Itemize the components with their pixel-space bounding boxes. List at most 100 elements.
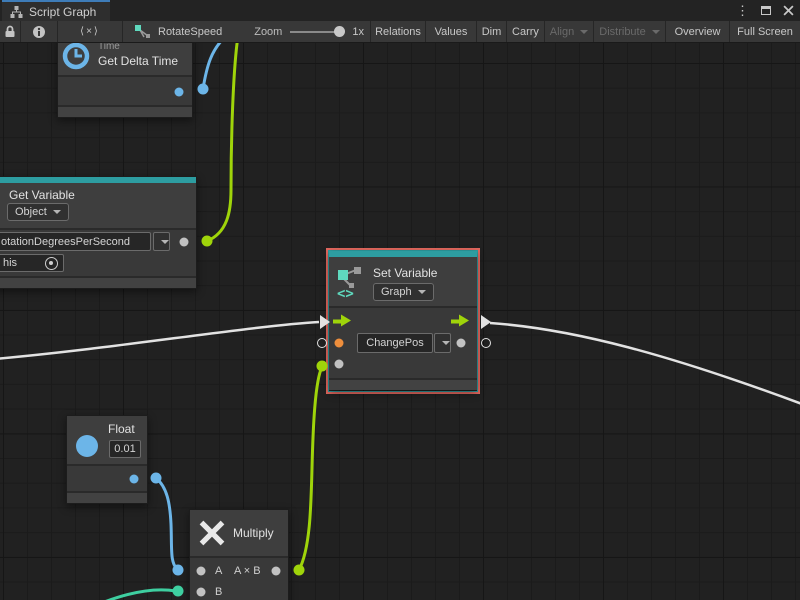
delta-time-output-port[interactable] — [175, 88, 184, 97]
node-divider — [67, 464, 147, 466]
float-value: 0.01 — [114, 443, 135, 455]
close-icon[interactable] — [783, 5, 794, 16]
wire-endpoint[interactable] — [294, 565, 305, 576]
dim-button[interactable]: Dim — [477, 21, 506, 42]
window-menu-icon[interactable]: ⋮ — [736, 4, 749, 17]
distribute-label: Distribute — [599, 26, 645, 38]
multiply-out-label: A × B — [234, 565, 261, 577]
node-header: Float 0.01 — [67, 416, 147, 464]
maximize-icon[interactable] — [761, 6, 771, 15]
value-input-port[interactable] — [335, 360, 344, 369]
wire-endpoint[interactable] — [198, 84, 209, 95]
node-title: Multiply — [233, 526, 274, 540]
overview-button[interactable]: Overview — [666, 21, 729, 42]
set-variable-output-port[interactable] — [457, 339, 466, 348]
chevron-down-icon — [161, 240, 169, 244]
titlebar: Script Graph ⋮ — [0, 0, 800, 21]
node-get-variable[interactable]: Get Variable Object otationDegreesPerSec… — [0, 176, 197, 289]
multiply-a-label: A — [215, 565, 222, 577]
flow-in-port[interactable] — [333, 315, 351, 328]
zoom-slider[interactable] — [290, 31, 340, 33]
node-footer — [0, 276, 196, 288]
node-kicker: Time — [98, 43, 120, 52]
tab-script-graph[interactable]: Script Graph — [2, 0, 110, 21]
unconnected-port-ring[interactable] — [481, 338, 491, 348]
variable-name-dropdown[interactable] — [434, 333, 451, 353]
carry-button[interactable]: Carry — [507, 21, 544, 42]
float-value-field[interactable]: 0.01 — [109, 440, 141, 458]
flow-out-port[interactable] — [451, 315, 469, 328]
chevron-down-icon — [53, 210, 61, 214]
multiply-icon — [198, 519, 226, 547]
node-footer — [329, 378, 477, 390]
node-set-variable[interactable]: <> Set Variable Graph ChangePos — [329, 251, 477, 390]
chevron-down-icon — [442, 341, 450, 345]
node-footer — [67, 491, 147, 503]
variable-kind-value: Object — [15, 206, 47, 218]
wire-endpoint[interactable] — [173, 565, 184, 576]
node-header: <> Set Variable Graph — [329, 257, 477, 306]
chevron-down-icon — [652, 30, 660, 34]
variable-kind-dropdown[interactable]: Graph — [373, 283, 434, 301]
svg-text:<>: <> — [337, 286, 354, 300]
info-icon — [32, 25, 46, 39]
variable-name-field[interactable]: otationDegreesPerSecond — [0, 232, 151, 251]
align-button[interactable]: Align — [545, 21, 593, 42]
node-get-delta-time[interactable]: Time Get Delta Time — [57, 43, 193, 118]
get-variable-output-port[interactable] — [180, 238, 189, 247]
node-title: Get Variable — [9, 188, 75, 202]
node-divider — [58, 75, 192, 77]
relations-button[interactable]: Relations — [371, 21, 425, 42]
flow-wire-out — [490, 323, 800, 404]
variable-target-value: his — [3, 257, 17, 269]
float-output-port[interactable] — [130, 475, 139, 484]
flow-arrowhead — [481, 315, 491, 329]
distribute-button[interactable]: Distribute — [594, 21, 665, 42]
variable-kind-dropdown[interactable]: Object — [7, 203, 69, 221]
variable-name-field[interactable]: ChangePos — [357, 333, 433, 353]
graph-canvas[interactable]: Time Get Delta Time Get Variable Object — [0, 43, 800, 600]
node-divider — [190, 556, 288, 558]
wire-endpoint[interactable] — [317, 361, 328, 372]
multiply-out-port[interactable] — [272, 567, 281, 576]
align-label: Align — [550, 26, 574, 38]
flow-arrowhead — [320, 315, 330, 329]
code-icon: ⟨×⟩ — [80, 26, 100, 37]
object-picker-icon[interactable] — [45, 257, 58, 270]
node-multiply[interactable]: Multiply A A × B B — [189, 509, 289, 600]
graph-world: Time Get Delta Time Get Variable Object — [0, 43, 800, 600]
chevron-down-icon — [418, 290, 426, 294]
variable-name-dropdown[interactable] — [153, 232, 170, 251]
wire-endpoint[interactable] — [151, 473, 162, 484]
multiply-b-label: B — [215, 586, 222, 598]
unconnected-port-ring[interactable] — [317, 338, 327, 348]
node-header: Get Variable Object — [0, 183, 196, 228]
code-view-button[interactable]: ⟨×⟩ — [58, 21, 122, 42]
lock-icon — [4, 25, 16, 38]
values-button[interactable]: Values — [426, 21, 476, 42]
node-footer — [58, 105, 192, 117]
graph-toolbar: ⟨×⟩ RotateSpeed Zoom 1x Relations Values… — [0, 21, 800, 43]
variable-target-field[interactable]: his — [0, 254, 64, 272]
wire-endpoint[interactable] — [173, 586, 184, 597]
fullscreen-button[interactable]: Full Screen — [730, 21, 800, 42]
node-title: Float — [108, 422, 135, 436]
script-graph-window: Script Graph ⋮ ⟨×⟩ — [0, 0, 800, 600]
breadcrumb[interactable]: RotateSpeed — [123, 21, 232, 42]
breadcrumb-graph-name: RotateSpeed — [158, 26, 222, 38]
wire-endpoint[interactable] — [202, 236, 213, 247]
variable-name-port[interactable] — [335, 339, 344, 348]
zoom-label: Zoom — [232, 21, 290, 42]
float-wire — [156, 478, 177, 569]
window-controls: ⋮ — [736, 0, 800, 21]
variable-name-value: otationDegreesPerSecond — [1, 236, 130, 248]
tab-title: Script Graph — [29, 5, 96, 19]
lock-button[interactable] — [0, 21, 20, 42]
multiply-a-port[interactable] — [197, 567, 206, 576]
multiply-b-port[interactable] — [197, 588, 206, 597]
info-button[interactable] — [21, 21, 57, 42]
set-variable-icon: <> — [337, 266, 363, 300]
node-title: Set Variable — [373, 266, 437, 280]
node-divider — [329, 306, 477, 308]
node-float[interactable]: Float 0.01 — [66, 415, 148, 504]
